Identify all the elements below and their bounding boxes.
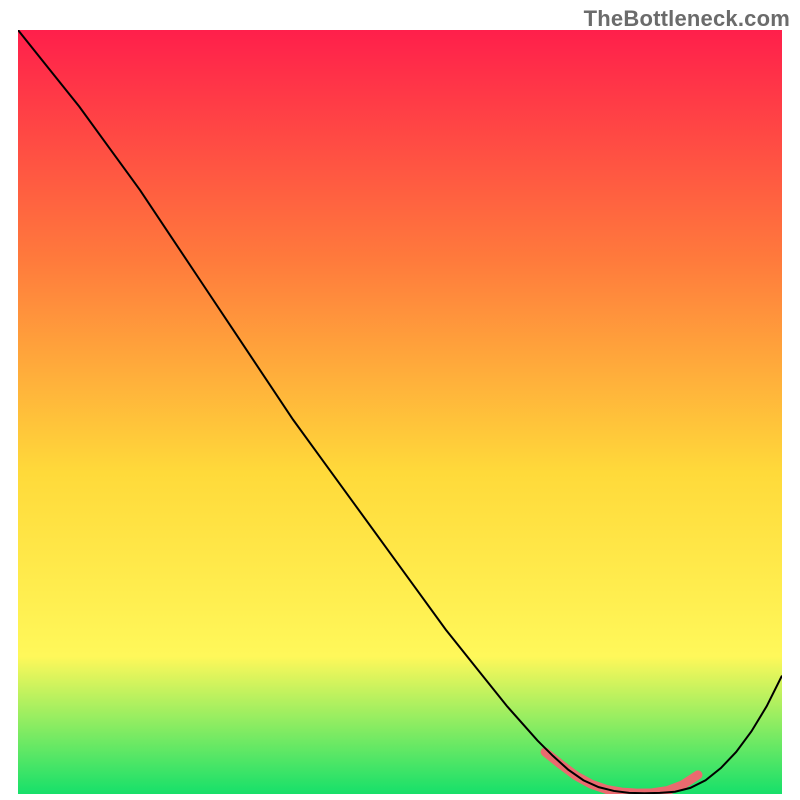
gradient-background: [18, 30, 782, 794]
watermark-text: TheBottleneck.com: [584, 6, 790, 32]
bottleneck-plot: [18, 30, 782, 794]
chart-svg: [18, 30, 782, 794]
chart-stage: TheBottleneck.com: [0, 0, 800, 800]
